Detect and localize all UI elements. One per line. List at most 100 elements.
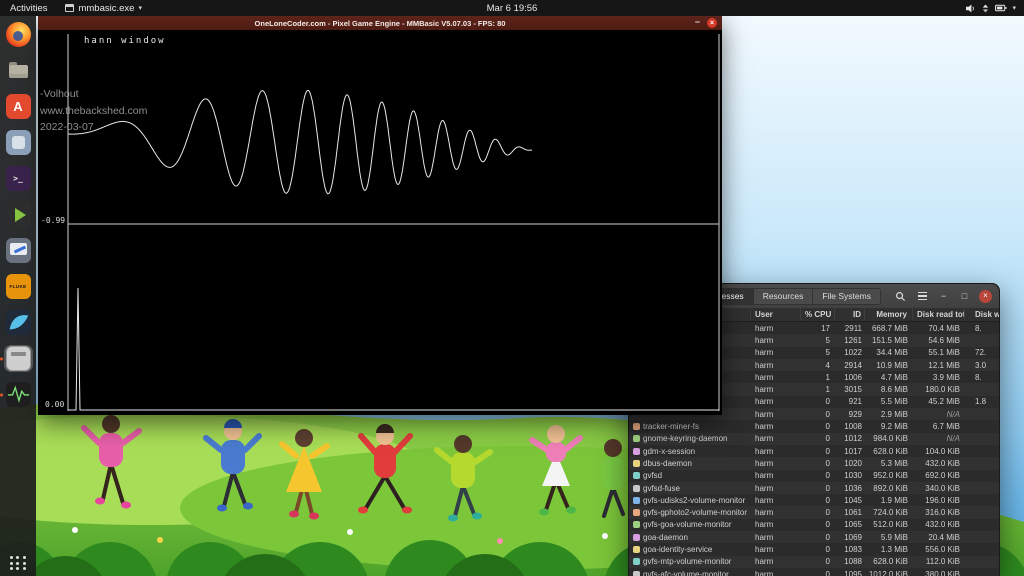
process-diskwrite-cell: 8. [965, 324, 999, 333]
process-diskwrite-cell: 1.8 [965, 397, 999, 406]
close-button[interactable]: × [707, 18, 717, 28]
plot-canvas [38, 30, 722, 415]
maximize-button[interactable]: □ [958, 290, 971, 303]
column-header-memory[interactable]: Memory [865, 308, 913, 321]
process-memory-cell: 724.0 KiB [865, 508, 913, 517]
process-row[interactable]: gvfs-udisks2-volume-monitorharm010451.9 … [629, 494, 999, 506]
process-user-cell: harm [751, 434, 801, 443]
process-row[interactable]: gvfs-gphoto2-volume-monitorharm01061724.… [629, 506, 999, 518]
process-cpu-cell: 1 [801, 385, 835, 394]
process-id-cell: 3015 [835, 385, 865, 394]
system-status-area[interactable]: ▾ [965, 4, 1024, 13]
process-memory-cell: 628.0 KiB [865, 557, 913, 566]
process-name-cell: gnome-keyring-daemon [629, 434, 751, 443]
process-id-cell: 1008 [835, 422, 865, 431]
process-memory-cell: 5.3 MiB [865, 459, 913, 468]
app-a-icon: A [6, 94, 31, 119]
process-user-cell: harm [751, 447, 801, 456]
process-cpu-cell: 0 [801, 570, 835, 576]
mmbasic-titlebar[interactable]: OneLoneCoder.com - Pixel Game Engine - M… [38, 16, 722, 30]
process-diskread-cell: 316.0 KiB [913, 508, 965, 517]
column-header-disk-read[interactable]: Disk read tot [913, 308, 965, 321]
process-name-cell: gvfs-goa-volume-monitor [629, 520, 751, 529]
process-memory-cell: 10.9 MiB [865, 361, 913, 370]
process-row[interactable]: gdm-x-sessionharm01017628.0 KiB104.0 KiB [629, 445, 999, 457]
process-row[interactable]: gvfsdharm01030952.0 KiB692.0 KiB [629, 470, 999, 482]
process-icon [633, 435, 640, 442]
dock-item-files[interactable] [4, 57, 33, 84]
waveform-icon [6, 382, 31, 407]
search-button[interactable] [893, 289, 907, 303]
process-diskread-cell: 180.0 KiB [913, 385, 965, 394]
process-row[interactable]: gvfs-goa-volume-monitorharm01065512.0 Ki… [629, 519, 999, 531]
process-cpu-cell: 0 [801, 520, 835, 529]
firefox-icon [6, 22, 31, 47]
process-row[interactable]: gvfs-mtp-volume-monitorharm01088628.0 Ki… [629, 556, 999, 568]
dock-item-terminal[interactable]: >_ [4, 165, 33, 192]
software-icon [6, 130, 31, 155]
show-applications-button[interactable] [10, 556, 27, 570]
app-menu-button[interactable]: mmbasic.exe ▾ [65, 3, 141, 14]
process-row[interactable]: tracker-miner-fsharm010089.2 MiB6.7 MiB [629, 420, 999, 432]
process-cpu-cell: 0 [801, 545, 835, 554]
process-user-cell: harm [751, 410, 801, 419]
mmbasic-window[interactable]: OneLoneCoder.com - Pixel Game Engine - M… [38, 16, 722, 415]
network-icon [981, 4, 990, 13]
process-icon [633, 509, 640, 516]
tab-file-systems[interactable]: File Systems [813, 288, 881, 305]
process-name-cell: goa-daemon [629, 533, 751, 542]
column-header-cpu[interactable]: % CPU [801, 308, 835, 321]
process-row[interactable]: goa-identity-serviceharm010831.3 MiB556.… [629, 543, 999, 555]
clock[interactable]: Mar 6 19:56 [487, 3, 538, 14]
process-icon [633, 521, 640, 528]
process-row[interactable]: goa-daemonharm010695.9 MiB20.4 MiB [629, 531, 999, 543]
process-row[interactable]: dbus-daemonharm010205.3 MiB432.0 KiB [629, 457, 999, 469]
process-diskwrite-cell: 72. [965, 348, 999, 357]
process-id-cell: 1088 [835, 557, 865, 566]
dock-item-scope[interactable] [4, 381, 33, 408]
dock-item-firefox[interactable] [4, 21, 33, 48]
process-cpu-cell: 0 [801, 434, 835, 443]
process-diskwrite-cell: 3.0 [965, 361, 999, 370]
dock-item-wireshark[interactable] [4, 309, 33, 336]
minimize-button[interactable]: − [937, 290, 950, 303]
files-folder-icon [6, 58, 31, 83]
process-row[interactable]: gvfs-afc-volume-monitorharm010951012.0 K… [629, 568, 999, 576]
process-icon [633, 423, 640, 430]
process-memory-cell: 9.2 MiB [865, 422, 913, 431]
menu-button[interactable] [915, 289, 929, 303]
process-memory-cell: 1.9 MiB [865, 496, 913, 505]
process-diskread-cell: 54.6 MiB [913, 336, 965, 345]
dock-item-software[interactable] [4, 129, 33, 156]
tab-resources[interactable]: Resources [754, 288, 814, 305]
process-diskread-cell: 112.0 KiB [913, 557, 965, 566]
minimize-button[interactable]: − [695, 17, 700, 27]
activities-button[interactable]: Activities [0, 3, 57, 14]
column-header-disk-write[interactable]: Disk writ [965, 308, 1000, 321]
column-header-id[interactable]: ID [835, 308, 865, 321]
dock-item-editor[interactable] [4, 237, 33, 264]
dock-item-mmbasic[interactable] [4, 345, 33, 372]
process-cpu-cell: 5 [801, 336, 835, 345]
waveform-trace [68, 90, 532, 193]
dock-item-run[interactable] [4, 201, 33, 228]
column-header-user[interactable]: User [751, 308, 801, 321]
process-diskread-cell: 104.0 KiB [913, 447, 965, 456]
volume-icon [965, 4, 976, 13]
process-diskread-cell: 12.1 MiB [913, 361, 965, 370]
dock-item-app-a[interactable]: A [4, 93, 33, 120]
dock-item-fluke[interactable]: FLUKE [4, 273, 33, 300]
wireshark-icon [6, 310, 31, 335]
process-diskread-cell: 45.2 MiB [913, 397, 965, 406]
process-name-cell: gdm-x-session [629, 447, 751, 456]
process-row[interactable]: gvfsd-fuseharm01036892.0 KiB340.0 KiB [629, 482, 999, 494]
process-row[interactable]: gnome-keyring-daemonharm01012984.0 KiBN/… [629, 433, 999, 445]
process-cpu-cell: 0 [801, 533, 835, 542]
caret-down-icon: ▾ [1012, 4, 1016, 12]
process-id-cell: 1061 [835, 508, 865, 517]
process-cpu-cell: 0 [801, 508, 835, 517]
process-diskread-cell: 432.0 KiB [913, 459, 965, 468]
close-button[interactable]: × [979, 290, 992, 303]
sysmon-actions: − □ × [893, 289, 992, 303]
process-user-cell: harm [751, 484, 801, 493]
